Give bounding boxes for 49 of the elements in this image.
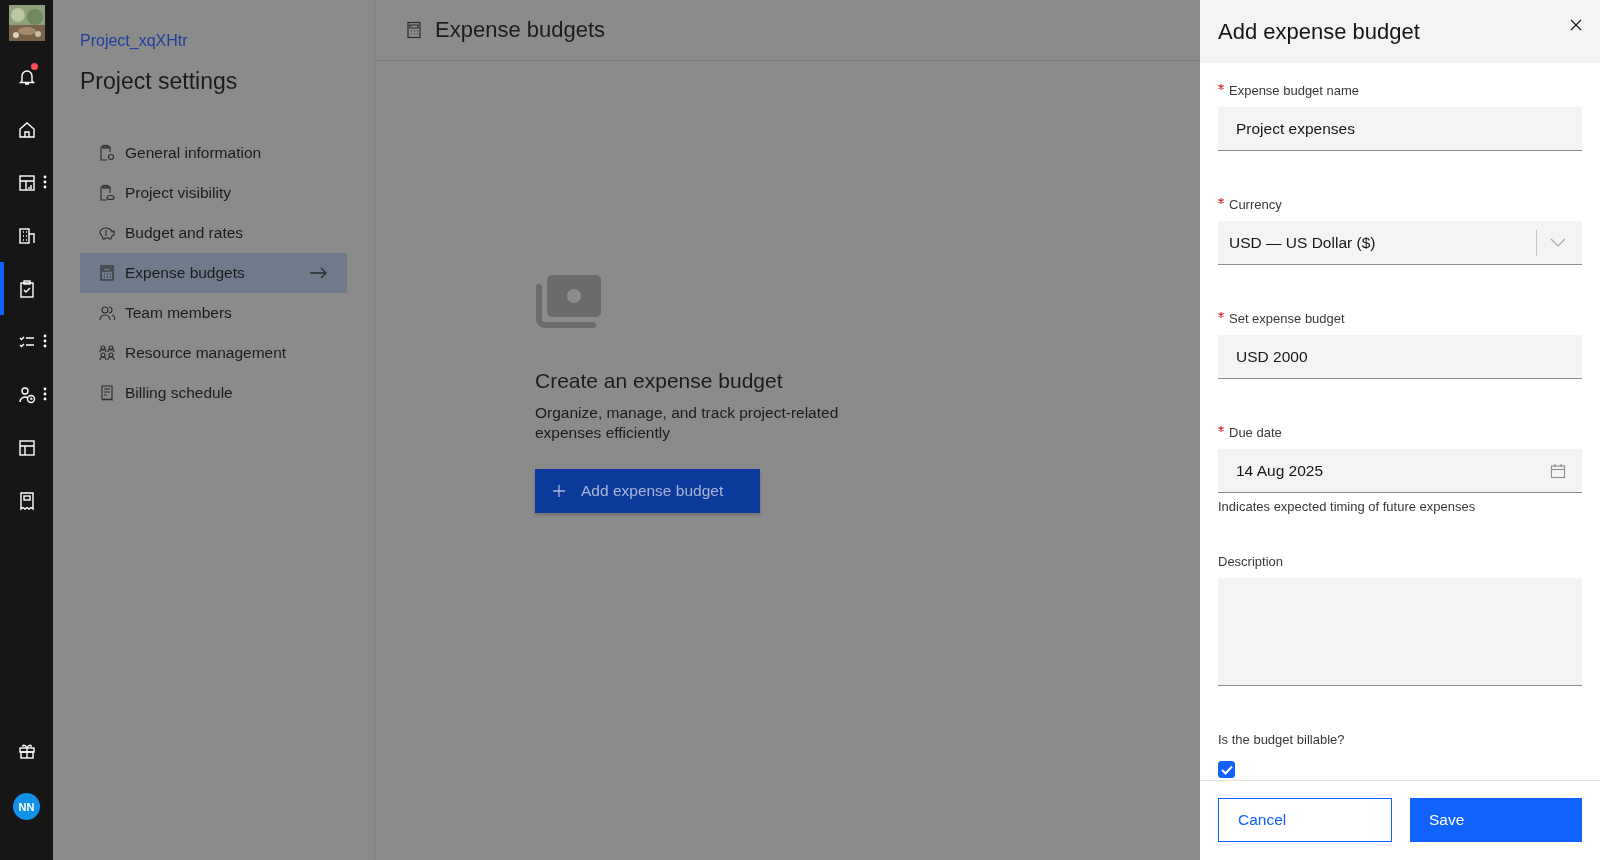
people-icon xyxy=(98,304,116,322)
person-clock-icon xyxy=(16,384,37,405)
chart-grid-icon xyxy=(16,172,37,193)
empty-state-description: Organize, manage, and track project-related expenses efficiently xyxy=(535,403,840,443)
user-avatar[interactable]: NN xyxy=(13,793,40,820)
overflow-menu-icon[interactable] xyxy=(43,387,47,401)
overflow-menu-icon[interactable] xyxy=(43,334,47,348)
settings-nav-item[interactable]: Resource management xyxy=(80,333,347,373)
overflow-menu-icon[interactable] xyxy=(43,175,47,189)
money-stack-icon xyxy=(535,273,603,329)
home-icon xyxy=(16,119,37,140)
helper-text: Indicates expected timing of future expenses xyxy=(1218,499,1477,514)
plus-icon xyxy=(553,485,565,497)
group-icon xyxy=(98,344,116,362)
settings-nav-item[interactable]: Team members xyxy=(80,293,347,333)
settings-nav-item[interactable]: Expense budgets xyxy=(80,253,347,293)
settings-nav-item[interactable]: Project visibility xyxy=(80,173,347,213)
calculator-icon xyxy=(98,264,116,282)
panel-title: Add expense budget xyxy=(1218,19,1420,45)
empty-state-title: Create an expense budget xyxy=(535,369,784,393)
calculator-icon xyxy=(405,21,423,39)
field-label: Due date xyxy=(1229,425,1282,440)
chevron-down-icon xyxy=(1550,237,1566,248)
section-title: Expense budgets xyxy=(435,17,606,43)
save-button[interactable]: Save xyxy=(1410,798,1582,842)
field-label: Description xyxy=(1218,554,1284,569)
date-field[interactable]: 14 Aug 2025 xyxy=(1218,449,1582,493)
receipt-icon xyxy=(98,384,116,402)
arrow-right-icon xyxy=(309,267,327,279)
calendar-icon xyxy=(1550,462,1566,479)
cancel-button[interactable]: Cancel xyxy=(1218,798,1392,842)
checkbox-label: Is the budget billable? xyxy=(1218,732,1346,747)
input-field[interactable]: USD 2000 xyxy=(1218,335,1582,379)
settings-nav-item[interactable]: General information xyxy=(80,133,347,173)
input-field[interactable]: Project expenses xyxy=(1218,107,1582,151)
field-label: Set expense budget xyxy=(1229,311,1345,326)
field-label: Expense budget name xyxy=(1229,83,1360,98)
field-label: Currency xyxy=(1229,197,1282,212)
layout-icon xyxy=(16,437,37,458)
piggy-bank-icon xyxy=(98,224,116,242)
project-link[interactable]: Project_xqXHtr xyxy=(80,32,347,50)
currency-dropdown[interactable]: USD — US Dollar ($) xyxy=(1218,221,1582,265)
add-expense-budget-button[interactable]: Add expense budget xyxy=(535,469,760,513)
settings-nav-item[interactable]: Billing schedule xyxy=(80,373,347,413)
settings-nav-item[interactable]: Budget and rates xyxy=(80,213,347,253)
building-icon xyxy=(16,225,37,246)
close-icon[interactable] xyxy=(1570,19,1582,31)
page-title: Project settings xyxy=(80,68,239,95)
checkbox[interactable] xyxy=(1218,761,1235,778)
